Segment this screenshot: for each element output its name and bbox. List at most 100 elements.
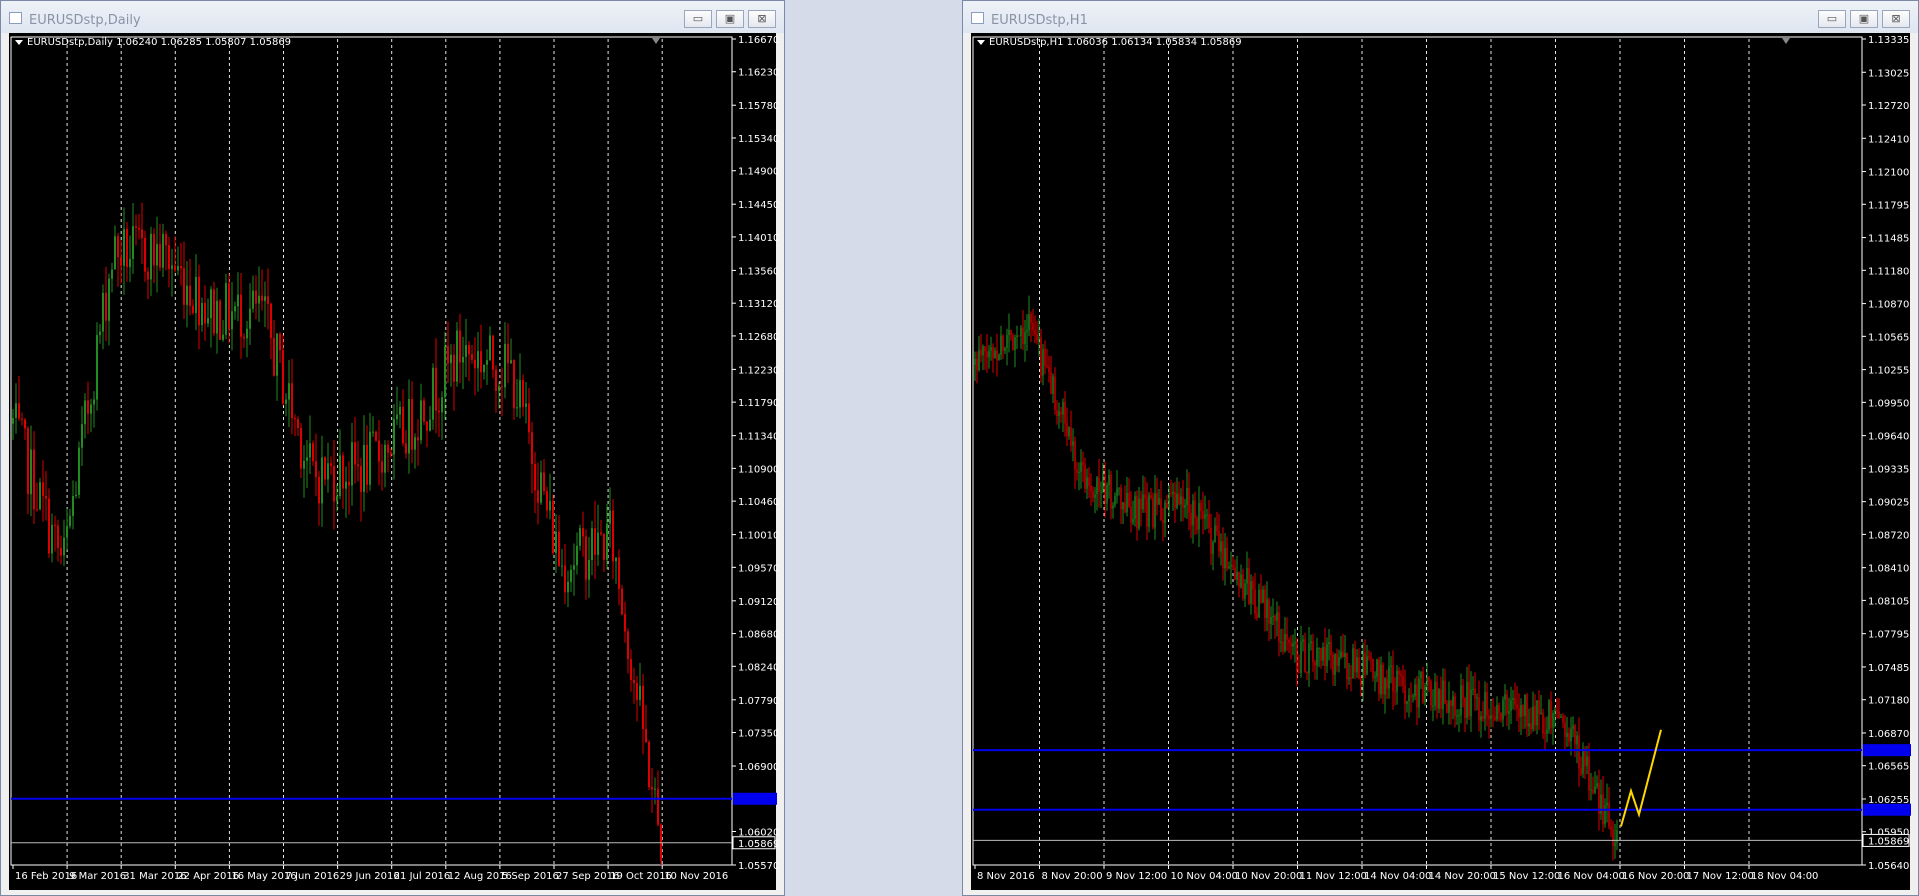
candle-body [585, 536, 587, 580]
title-bar[interactable]: EURUSDstp,Daily ▭ ▣ ⊠ [1, 1, 784, 33]
price-tick-label: 1.09025 [1868, 498, 1909, 509]
candle-body [1542, 712, 1544, 734]
candle-body [1416, 684, 1418, 708]
chart-canvas[interactable]: 8 Nov 2016 8 Nov 20:00 9 Nov 12:00 10 Nov 0… [971, 33, 1912, 892]
candle-body [1246, 568, 1248, 584]
price-tick-label: 1.11180 [1868, 266, 1909, 277]
candle-body [1188, 488, 1190, 513]
time-tick-label: 15 Nov 12:00 [1493, 871, 1560, 882]
candle-body [1588, 756, 1590, 791]
candle-body [588, 560, 590, 580]
candle-body [1062, 401, 1064, 415]
candle-body [27, 428, 29, 495]
candle-body [297, 419, 299, 428]
candle-body [444, 346, 446, 398]
candle-body [1458, 715, 1460, 717]
triangle-down-icon[interactable] [15, 39, 23, 45]
candle-body [189, 285, 191, 306]
candle-body [111, 269, 113, 279]
title-bar[interactable]: EURUSDstp,H1 ▭ ▣ ⊠ [963, 1, 1918, 33]
minimize-button[interactable]: ▭ [684, 10, 712, 28]
chart-window-h1[interactable]: EURUSDstp,H1 ▭ ▣ ⊠ 8 Nov 2016 8 Nov 20:00… [962, 0, 1919, 896]
candle-body [270, 303, 272, 339]
price-chart-h1[interactable]: 8 Nov 2016 8 Nov 20:00 9 Nov 12:00 10 Nov 0… [971, 33, 1912, 892]
candle-body [1304, 639, 1306, 672]
candle-body [342, 455, 344, 489]
candle-body [594, 528, 596, 555]
candle-body [1254, 589, 1256, 614]
candle-body [1184, 504, 1186, 508]
candle-body [42, 482, 44, 496]
candle-body [1386, 678, 1388, 689]
chart-canvas[interactable]: 16 Feb 20169 Mar 201631 Mar 201622 Apr 2… [9, 33, 778, 892]
candle-body [1052, 376, 1054, 394]
price-tick-label: 1.07790 [738, 696, 778, 707]
candle-body [54, 524, 56, 526]
candle-body [426, 421, 428, 431]
chart-window-daily[interactable]: EURUSDstp,Daily ▭ ▣ ⊠ 16 Feb 2016 9 Mar 2… [0, 0, 785, 896]
candle-body [345, 481, 347, 489]
maximize-icon: ▣ [1858, 12, 1870, 25]
price-tick-label: 1.15780 [738, 101, 778, 112]
candle-body [1124, 502, 1126, 513]
close-button[interactable]: ⊠ [748, 10, 776, 28]
candle-body [1396, 670, 1398, 692]
candle-body [1106, 485, 1108, 504]
candle-body [1046, 365, 1048, 367]
candle-body [1012, 335, 1014, 350]
candle-body [399, 406, 401, 415]
time-tick-label: 9 Nov 12:00 [1106, 871, 1167, 882]
close-button[interactable]: ⊠ [1882, 10, 1910, 28]
candle-body [24, 419, 26, 429]
candle-body [1334, 654, 1336, 675]
candle-body [1518, 708, 1520, 717]
candle-body [327, 463, 329, 480]
price-tick-label: 1.07180 [1868, 696, 1909, 707]
candle-body [1592, 789, 1594, 793]
candle-body [450, 354, 452, 364]
candle-body [1328, 642, 1330, 645]
candle-body [1102, 474, 1104, 492]
candle-body [1406, 701, 1408, 704]
minimize-button[interactable]: ▭ [1818, 10, 1846, 28]
candle-body [609, 510, 611, 524]
candle-body [1162, 520, 1164, 523]
time-tick-label: 22 Apr 2016 [177, 871, 239, 882]
maximize-button[interactable]: ▣ [716, 10, 744, 28]
candle-body [540, 472, 542, 503]
candle-body [123, 228, 125, 266]
candle-body [1094, 494, 1096, 498]
candle-body [474, 359, 476, 369]
candle-body [1552, 713, 1554, 728]
candle-body [1484, 692, 1486, 719]
maximize-button[interactable]: ▣ [1850, 10, 1878, 28]
maximize-icon: ▣ [724, 12, 736, 25]
candle-body [1350, 677, 1352, 679]
candle-body [1096, 477, 1098, 495]
candle-body [1288, 639, 1290, 643]
candle-body [225, 283, 227, 335]
candle-body [33, 449, 35, 510]
candle-body [1604, 805, 1606, 825]
candle-body [1492, 715, 1494, 718]
triangle-down-icon[interactable] [977, 39, 985, 45]
candle-body [216, 300, 218, 334]
candle-body [1432, 705, 1434, 707]
candle-body [1460, 685, 1462, 716]
price-chart-daily[interactable]: 16 Feb 2016 9 Mar 2016 31 Mar 2016 22 Apr 2… [9, 33, 778, 892]
candle-body [1512, 698, 1514, 700]
candle-body [990, 347, 992, 351]
candle-body [84, 400, 86, 425]
candle-body [558, 531, 560, 566]
candle-body [1222, 541, 1224, 569]
candle-body [135, 226, 137, 228]
candle-body [1150, 495, 1152, 499]
candle-body [1002, 335, 1004, 351]
candle-body [1238, 571, 1240, 588]
candle-body [1446, 703, 1448, 713]
candle-body [1544, 733, 1546, 735]
candle-body [501, 386, 503, 388]
candle-body [1182, 496, 1184, 508]
candle-body [978, 349, 980, 371]
time-tick-label: 19 Oct 2016 [610, 871, 672, 882]
